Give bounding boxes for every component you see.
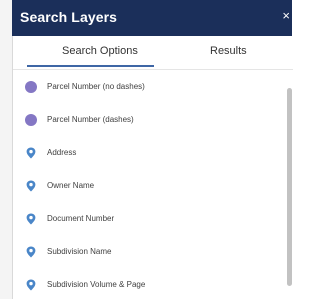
option-parcel-number-no-dashes[interactable]: Parcel Number (no dashes) xyxy=(13,76,283,98)
option-label: Parcel Number (no dashes) xyxy=(47,82,145,91)
map-pin-icon xyxy=(26,180,36,192)
option-subdivision-name[interactable]: Subdivision Name xyxy=(13,241,283,263)
map-pin-icon xyxy=(26,246,36,258)
tab-results[interactable]: Results xyxy=(210,45,247,57)
map-pin-icon xyxy=(26,213,36,225)
active-tab-indicator xyxy=(27,65,154,67)
option-owner-name[interactable]: Owner Name xyxy=(13,175,283,197)
circle-icon xyxy=(25,114,37,126)
circle-icon xyxy=(25,81,37,93)
search-layers-panel: Search Options Results Parcel Number (no… xyxy=(12,36,293,299)
map-pin-icon xyxy=(26,279,36,291)
scrollbar-thumb[interactable] xyxy=(287,88,292,286)
option-label: Subdivision Volume & Page xyxy=(47,280,146,289)
option-label: Owner Name xyxy=(47,181,95,190)
option-parcel-number-dashes[interactable]: Parcel Number (dashes) xyxy=(13,109,283,131)
map-pin-icon xyxy=(26,147,36,159)
option-label: Parcel Number (dashes) xyxy=(47,115,134,124)
option-label: Address xyxy=(47,148,77,157)
option-address[interactable]: Address xyxy=(13,142,283,164)
option-subdivision-volume-page[interactable]: Subdivision Volume & Page xyxy=(13,274,283,296)
option-label: Subdivision Name xyxy=(47,247,112,256)
option-label: Document Number xyxy=(47,214,115,223)
background-edge xyxy=(0,0,12,299)
panel-header: Search Layers × xyxy=(12,0,292,36)
close-icon[interactable]: × xyxy=(282,8,290,23)
option-document-number[interactable]: Document Number xyxy=(13,208,283,230)
scrollbar[interactable] xyxy=(287,72,293,299)
tab-divider xyxy=(13,69,293,70)
tab-bar: Search Options Results xyxy=(13,36,293,70)
tab-search-options[interactable]: Search Options xyxy=(62,45,138,57)
panel-title: Search Layers xyxy=(20,9,118,25)
